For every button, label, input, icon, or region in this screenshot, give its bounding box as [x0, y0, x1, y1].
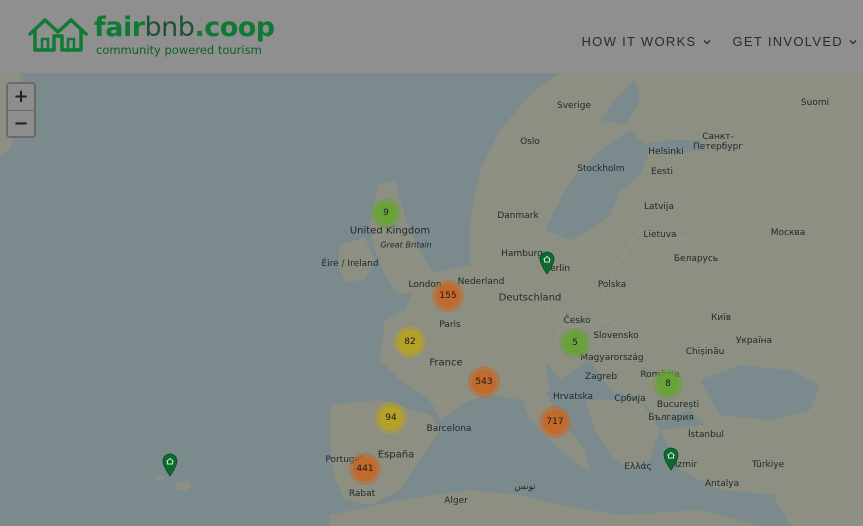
listing-cluster[interactable]: 155 [432, 280, 464, 312]
map-label: Antalya [704, 479, 740, 489]
map-label: Беларусь [673, 254, 719, 264]
map-label: Danmark [497, 211, 539, 221]
map-label: Rabat [348, 489, 376, 499]
map-label: France [429, 357, 463, 369]
listing-cluster[interactable]: 441 [349, 453, 381, 485]
map-label: Nederland [457, 277, 505, 287]
listing-cluster[interactable]: 543 [468, 366, 500, 398]
map-label: България [648, 413, 694, 423]
map-label: Hrvatska [552, 392, 594, 402]
logo-wordmark: fairbnb.coop [94, 12, 275, 43]
map-label: Helsinki [648, 147, 684, 157]
map-label: Україна [735, 336, 773, 346]
map-label: Slovensko [593, 331, 639, 341]
map-label: București [656, 400, 700, 410]
listing-cluster[interactable]: 9 [371, 198, 401, 228]
map-label: Paris [439, 320, 461, 330]
map-label: Москва [770, 228, 806, 238]
main-nav: HOW IT WORKS GET INVOLVED [581, 34, 857, 49]
listing-pin-icon[interactable] [539, 251, 555, 275]
listing-cluster[interactable]: 717 [539, 406, 571, 438]
map-label: Éire / Ireland [321, 259, 379, 269]
listing-pin-icon[interactable] [663, 447, 679, 471]
nav-get-involved[interactable]: GET INVOLVED [733, 34, 857, 49]
map-label: Deutschland [498, 292, 562, 304]
map-label: İstanbul [687, 430, 725, 440]
map-label: Chișinău [685, 347, 725, 357]
logo-tagline: community powered tourism [96, 43, 262, 57]
map-label: Eesti [651, 167, 673, 177]
listing-cluster[interactable]: 8 [653, 369, 683, 399]
map-label: Sverige [556, 101, 592, 111]
map-label: Hamburg [501, 249, 543, 259]
map-label: Latvija [644, 202, 674, 212]
map-label: España [377, 449, 415, 461]
map-label: Türkiye [751, 460, 785, 470]
map-label: Київ [710, 313, 732, 323]
map-label: Stockholm [577, 164, 625, 174]
map-label: تونس [514, 482, 536, 492]
map-label: Polska [597, 280, 627, 290]
map-label: Србија [614, 394, 646, 404]
fairbnb-logo[interactable]: fairbnb.coop community powered tourism [28, 12, 275, 58]
map-label: Magyarország [580, 353, 644, 363]
chevron-down-icon [849, 39, 857, 44]
zoom-in-button[interactable]: + [8, 84, 34, 110]
listing-pin-icon[interactable] [162, 453, 178, 477]
zoom-control: + − [6, 82, 36, 138]
map-label: Suomi [800, 98, 830, 108]
site-header: fairbnb.coop community powered tourism H… [0, 0, 863, 73]
map-label: Alger [444, 496, 468, 506]
listing-cluster[interactable]: 82 [394, 326, 426, 358]
listing-cluster[interactable]: 94 [375, 402, 407, 434]
house-logo-icon [28, 18, 88, 52]
map-label: Great Britain [380, 240, 432, 250]
map-label: Česko [563, 316, 591, 326]
map-label: Санкт-Петербург [692, 132, 744, 152]
nav-how-it-works[interactable]: HOW IT WORKS [581, 34, 710, 49]
map-label: Zagreb [584, 372, 618, 382]
map-label: Oslo [520, 137, 540, 147]
map-label: Barcelona [426, 424, 472, 434]
listings-map[interactable]: Sverige Oslo Stockholm Санкт-Петербург H… [0, 73, 863, 526]
chevron-down-icon [703, 39, 710, 44]
map-label: Lietuva [643, 230, 677, 240]
listing-cluster[interactable]: 5 [560, 328, 590, 358]
zoom-out-button[interactable]: − [8, 110, 34, 136]
map-label: Ελλάς [624, 462, 652, 472]
